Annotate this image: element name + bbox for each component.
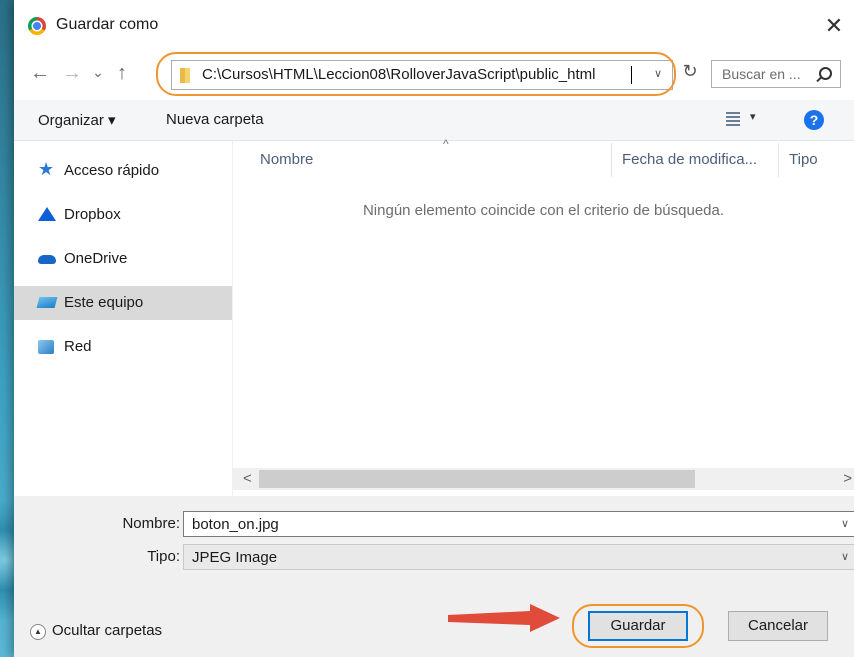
- file-type-dropdown-icon[interactable]: ∨: [841, 550, 849, 563]
- search-icon[interactable]: [819, 67, 832, 80]
- sidebar-item-label: Red: [64, 338, 92, 355]
- title-bar: Guardar como ✕: [14, 0, 854, 52]
- navigation-pane: ★ Acceso rápido Dropbox OneDrive Este eq…: [14, 141, 232, 496]
- save-highlight-ring: [572, 604, 704, 648]
- help-icon[interactable]: ?: [804, 110, 824, 130]
- this-pc-icon: [36, 297, 58, 308]
- sidebar-item-dropbox[interactable]: Dropbox: [14, 198, 232, 232]
- sidebar-item-network[interactable]: Red: [14, 330, 232, 364]
- file-name-input[interactable]: boton_on.jpg ∨: [183, 511, 854, 537]
- column-header-type[interactable]: Tipo: [789, 151, 818, 168]
- column-header-date[interactable]: Fecha de modifica...: [622, 151, 757, 168]
- sort-ascending-icon: ^: [443, 137, 449, 151]
- file-type-value: JPEG Image: [192, 549, 278, 566]
- up-folder-arrow-icon[interactable]: ↑: [110, 62, 134, 85]
- cancel-button[interactable]: Cancelar: [728, 611, 828, 641]
- file-type-label: Tipo:: [147, 548, 180, 565]
- new-folder-button[interactable]: Nueva carpeta: [166, 111, 264, 128]
- view-options-icon[interactable]: [726, 112, 740, 126]
- sidebar-item-quick-access[interactable]: ★ Acceso rápido: [14, 154, 232, 188]
- forward-arrow-icon[interactable]: →: [60, 62, 84, 85]
- file-list-pane: Nombre ^ Fecha de modifica... Tipo Ningú…: [233, 137, 854, 496]
- search-placeholder: Buscar en ...: [722, 66, 801, 82]
- collapse-up-icon: ▲: [30, 624, 46, 640]
- file-details-form: Nombre: boton_on.jpg ∨ Tipo: JPEG Image …: [14, 496, 854, 578]
- sidebar-item-label: Acceso rápido: [64, 162, 160, 179]
- search-box[interactable]: Buscar en ...: [711, 60, 841, 88]
- quick-access-star-icon: ★: [38, 159, 55, 179]
- sidebar-item-label: Este equipo: [64, 294, 144, 311]
- hide-folders-label: Ocultar carpetas: [52, 622, 163, 639]
- file-name-dropdown-icon[interactable]: ∨: [841, 517, 849, 530]
- onedrive-cloud-icon: [38, 255, 56, 264]
- close-button[interactable]: ✕: [814, 8, 854, 44]
- column-header-name[interactable]: Nombre: [260, 151, 313, 168]
- horizontal-scrollbar[interactable]: < >: [233, 468, 854, 490]
- dialog-footer: ▲ Ocultar carpetas Guardar Cancelar: [14, 578, 854, 657]
- scroll-left-arrow-icon[interactable]: <: [243, 470, 252, 487]
- view-dropdown-chevron-icon[interactable]: ▾: [750, 110, 756, 123]
- sidebar-item-label: Dropbox: [64, 206, 121, 223]
- chrome-app-icon: [28, 17, 46, 35]
- column-header-label: Nombre: [260, 151, 314, 168]
- column-divider[interactable]: [611, 143, 612, 177]
- annotation-arrow-icon: [448, 604, 560, 632]
- dropbox-icon: [38, 207, 56, 221]
- sidebar-item-label: OneDrive: [64, 250, 128, 267]
- sidebar-item-this-pc[interactable]: Este equipo: [14, 286, 232, 320]
- column-divider[interactable]: [778, 143, 779, 177]
- refresh-icon[interactable]: ↻: [678, 61, 702, 87]
- scroll-right-arrow-icon[interactable]: >: [843, 470, 852, 487]
- window-title: Guardar como: [56, 16, 159, 33]
- recent-locations-chevron-icon[interactable]: ⌄: [86, 64, 110, 81]
- file-name-value: boton_on.jpg: [192, 516, 279, 533]
- navigation-bar: ← → ⌄ ↑ C:\Cursos\HTML\Leccion08\Rollove…: [14, 52, 854, 100]
- organize-menu-button[interactable]: Organizar ▾: [38, 111, 116, 129]
- sidebar-item-onedrive[interactable]: OneDrive: [14, 242, 232, 276]
- scrollbar-thumb[interactable]: [259, 470, 695, 488]
- back-arrow-icon[interactable]: ←: [28, 62, 52, 85]
- network-icon: [38, 340, 54, 354]
- file-type-select[interactable]: JPEG Image ∨: [183, 544, 854, 570]
- save-as-dialog: Guardar como ✕ ← → ⌄ ↑ C:\Cursos\HTML\Le…: [14, 0, 854, 657]
- command-toolbar: Organizar ▾ Nueva carpeta ▾ ?: [14, 100, 854, 141]
- address-highlight-ring: [156, 52, 676, 96]
- empty-list-message: Ningún elemento coincide con el criterio…: [362, 202, 725, 219]
- file-name-label: Nombre:: [122, 515, 180, 532]
